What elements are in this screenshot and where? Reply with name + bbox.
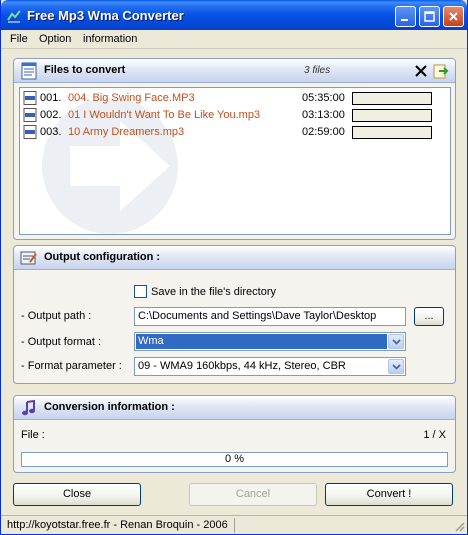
wma-file-icon (23, 108, 37, 122)
file-number: 003. (40, 126, 62, 138)
title-bar[interactable]: Free Mp3 Wma Converter (1, 0, 467, 30)
conversion-panel-header: Conversion information : (14, 396, 455, 420)
add-files-icon[interactable] (432, 62, 450, 80)
menu-file[interactable]: File (10, 33, 28, 45)
file-duration: 05:35:00 (302, 92, 345, 104)
maximize-icon (424, 11, 435, 22)
file-count: 3 files (304, 65, 331, 76)
chevron-down-icon (392, 339, 401, 345)
app-window: Free Mp3 Wma Converter File Option infor… (0, 0, 468, 535)
menu-bar: File Option information (1, 30, 467, 49)
format-parameter-label: - Format parameter : (21, 360, 122, 372)
file-row[interactable]: 002. 01 I Wouldn't Want To Be Like You.m… (20, 107, 450, 124)
file-number: 002. (40, 109, 62, 121)
menu-information[interactable]: information (83, 33, 137, 45)
music-note-icon (22, 399, 35, 416)
output-format-select[interactable]: Wma (134, 332, 406, 351)
file-name: 01 I Wouldn't Want To Be Like You.mp3 (68, 109, 261, 121)
resize-grip-icon[interactable] (453, 520, 465, 532)
output-panel-header: Output configuration : (14, 246, 455, 270)
close-window-button[interactable] (443, 6, 464, 27)
remove-files-icon[interactable] (414, 64, 428, 78)
file-row[interactable]: 003. 10 Army Dreamers.mp3 02:59:00 (20, 124, 450, 141)
output-format-label: - Output format : (21, 336, 102, 348)
cancel-button[interactable]: Cancel (189, 483, 317, 506)
minimize-button[interactable] (395, 6, 416, 27)
output-format-dropdown-button[interactable] (388, 334, 404, 349)
format-parameter-dropdown-button[interactable] (388, 359, 404, 374)
conversion-progress-bar: 0 % (21, 452, 448, 467)
files-panel: Files to convert 3 files 001. 004. Big S… (13, 58, 456, 240)
wma-file-icon (23, 125, 37, 139)
format-parameter-select[interactable]: 09 - WMA9 160kbps, 44 kHz, Stereo, CBR (134, 357, 406, 376)
settings-icon (20, 251, 37, 265)
file-list[interactable]: 001. 004. Big Swing Face.MP3 05:35:00 00… (19, 87, 451, 235)
output-format-value: Wma (136, 334, 387, 349)
output-path-input[interactable]: C:\Documents and Settings\Dave Taylor\De… (134, 307, 406, 326)
files-panel-title: Files to convert (44, 64, 126, 76)
convert-button[interactable]: Convert ! (325, 483, 453, 506)
file-list-icon (21, 62, 37, 80)
file-duration: 02:59:00 (302, 126, 345, 138)
file-name: 004. Big Swing Face.MP3 (68, 92, 195, 104)
close-button[interactable]: Close (13, 483, 141, 506)
status-bar: http://koyotstar.free.fr - Renan Broquin… (1, 515, 467, 534)
conversion-panel-title: Conversion information : (44, 401, 175, 413)
status-divider (234, 518, 235, 533)
output-panel-title: Output configuration : (44, 251, 161, 263)
output-path-label: - Output path : (21, 310, 92, 322)
file-duration: 03:13:00 (302, 109, 345, 121)
files-panel-header: Files to convert 3 files (14, 59, 455, 83)
chevron-down-icon (392, 364, 401, 370)
save-in-directory-label: Save in the file's directory (151, 286, 276, 298)
menu-option[interactable]: Option (39, 33, 71, 45)
format-parameter-value: 09 - WMA9 160kbps, 44 kHz, Stereo, CBR (138, 360, 346, 372)
current-file-label: File : (21, 429, 45, 441)
progress-text: 0 % (225, 453, 244, 465)
minimize-icon (401, 19, 408, 21)
status-text: http://koyotstar.free.fr - Renan Broquin… (7, 519, 228, 531)
file-progress-bar (352, 92, 432, 105)
wma-file-icon (23, 91, 37, 105)
file-counter: 1 / X (423, 429, 446, 441)
conversion-panel: Conversion information : File : 1 / X 0 … (13, 395, 456, 473)
window-title: Free Mp3 Wma Converter (27, 8, 184, 23)
close-icon (449, 12, 458, 21)
file-progress-bar (352, 109, 432, 122)
file-row[interactable]: 001. 004. Big Swing Face.MP3 05:35:00 (20, 90, 450, 107)
file-progress-bar (352, 126, 432, 139)
maximize-button[interactable] (419, 6, 440, 27)
file-number: 001. (40, 92, 62, 104)
file-name: 10 Army Dreamers.mp3 (68, 126, 185, 138)
output-panel: Output configuration : Save in the file'… (13, 245, 456, 384)
app-logo-icon (7, 10, 21, 23)
save-in-directory-checkbox[interactable] (134, 285, 147, 298)
browse-button[interactable]: ... (414, 307, 444, 326)
